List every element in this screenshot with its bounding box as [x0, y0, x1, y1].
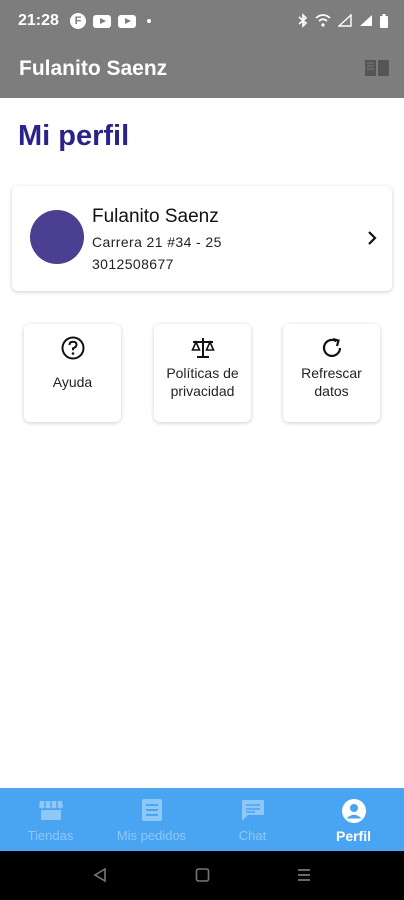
status-bar: 21:28 F	[0, 0, 404, 40]
f-app-notification-icon: F	[70, 13, 86, 29]
profile-phone: 3012508677	[92, 256, 174, 272]
list-icon	[142, 799, 162, 821]
avatar	[30, 210, 84, 264]
more-notifications-dot-icon	[147, 19, 151, 23]
store-icon	[39, 801, 63, 820]
help-circle-icon	[61, 336, 85, 360]
system-navigation-bar	[0, 851, 404, 900]
back-icon[interactable]	[93, 867, 107, 883]
book-icon[interactable]	[364, 58, 390, 78]
refresh-data-button[interactable]: Refrescar datos	[283, 324, 380, 422]
refresh-label-line1: Refrescar	[301, 365, 362, 381]
nav-item-perfil[interactable]: Perfil	[303, 788, 404, 851]
nav-label-mis-pedidos: Mis pedidos	[116, 828, 187, 843]
home-icon[interactable]	[195, 867, 210, 883]
recents-icon[interactable]	[296, 867, 312, 883]
bottom-navigation: Tiendas Mis pedidos Chat Perfil	[0, 788, 404, 851]
profile-name: Fulanito Saenz	[92, 206, 219, 227]
profile-address: Carrera 21 #34 - 25	[92, 234, 222, 250]
nav-label-perfil: Perfil	[335, 828, 371, 844]
privacy-label-line1: Políticas de	[166, 365, 239, 381]
help-button[interactable]: Ayuda	[24, 324, 121, 422]
nav-item-chat[interactable]: Chat	[202, 788, 303, 851]
privacy-label-line2: privacidad	[170, 383, 235, 399]
battery-icon	[380, 13, 388, 28]
app-bar: Fulanito Saenz	[0, 40, 404, 98]
profile-icon	[342, 799, 366, 823]
chat-icon	[242, 800, 264, 821]
nav-item-tiendas[interactable]: Tiendas	[0, 788, 101, 851]
action-cards: Ayuda Políticas de privacidad Refrescar …	[24, 324, 380, 422]
notification-icons: F	[70, 13, 151, 29]
privacy-policies-button[interactable]: Políticas de privacidad	[154, 324, 251, 422]
wifi-icon	[315, 14, 331, 27]
refresh-icon	[322, 337, 342, 357]
nav-item-mis-pedidos[interactable]: Mis pedidos	[101, 788, 202, 851]
nav-label-chat: Chat	[238, 828, 267, 843]
app-title: Fulanito Saenz	[19, 57, 168, 80]
chevron-right-icon	[368, 231, 377, 245]
youtube-notification-icon	[93, 14, 111, 28]
mobile-signal-icon	[338, 14, 352, 27]
page-title: Mi perfil	[18, 120, 130, 152]
system-status-icons	[298, 13, 388, 28]
status-time: 21:28	[18, 12, 59, 29]
help-label: Ayuda	[52, 374, 93, 390]
scale-icon	[191, 338, 215, 358]
nav-label-tiendas: Tiendas	[27, 828, 74, 843]
bluetooth-icon	[298, 13, 308, 28]
signal-icon	[360, 15, 372, 26]
refresh-label-line2: datos	[314, 383, 349, 399]
profile-card[interactable]: Fulanito Saenz Carrera 21 #34 - 25 30125…	[12, 186, 392, 291]
youtube-notification-icon	[118, 14, 136, 28]
